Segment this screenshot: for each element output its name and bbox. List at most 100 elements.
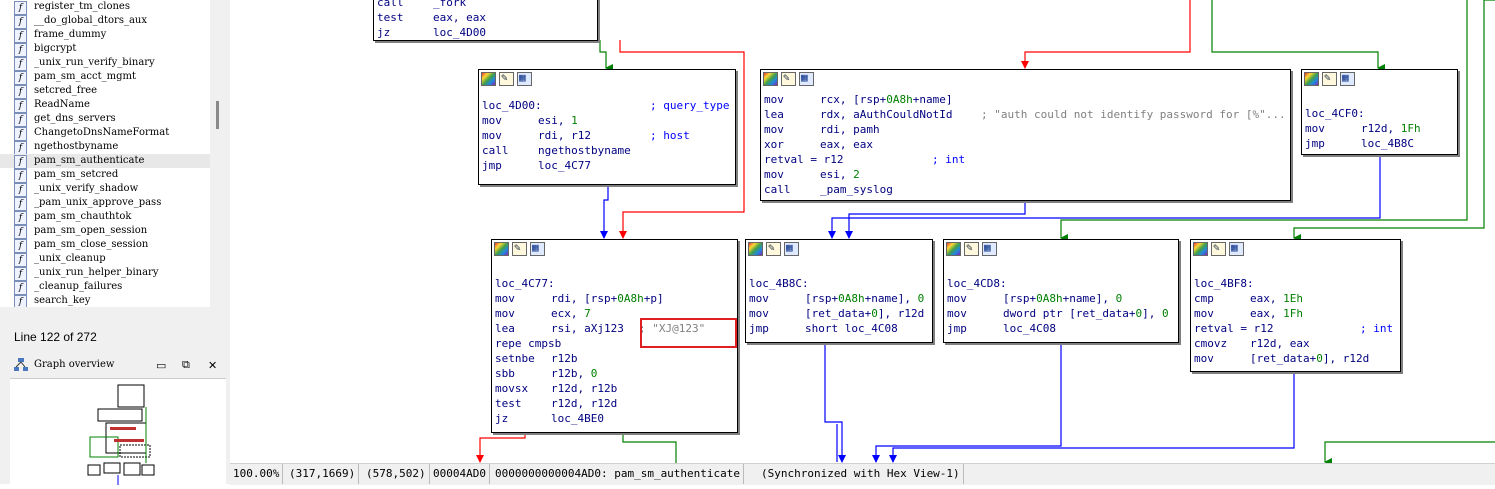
node-loc-4d00[interactable]: loc_4D00: ; query_typemov esi, 1 mov rdi, r1… — [478, 69, 736, 185]
asm-line[interactable]: jmp loc_4B8C — [1305, 136, 1454, 151]
asm-line[interactable]: mov eax, 1Fh — [1194, 306, 1397, 321]
group-icon[interactable] — [982, 241, 997, 256]
label-line[interactable]: loc_4D00: ; query_type — [482, 98, 732, 113]
rename-icon[interactable] — [781, 71, 796, 86]
label-line[interactable]: loc_4CF0: — [1305, 106, 1454, 121]
asm-line[interactable]: mov [ret_data+0], r12d — [749, 306, 929, 321]
asm-line[interactable]: mov esi, 1 — [482, 113, 732, 128]
function-item[interactable]: f pam_sm_acct_mgmt — [0, 70, 210, 85]
rename-icon[interactable] — [964, 241, 979, 256]
group-icon[interactable] — [784, 241, 799, 256]
function-item[interactable]: f pam_sm_chauthtok — [0, 210, 210, 225]
asm-line[interactable]: cmp eax, 1Eh — [1194, 291, 1397, 306]
asm-line[interactable]: mov rdi, r12 ; host — [482, 128, 732, 143]
asm-line[interactable]: mov [rsp+0A8h+name], 0 — [947, 291, 1175, 306]
asm-line[interactable]: jmp loc_4C77 — [482, 158, 732, 173]
graph-overview[interactable] — [10, 378, 226, 485]
node-loc-4bf8[interactable]: loc_4BF8:cmpeax, 1Ehmoveax, 1Fhretval = … — [1190, 239, 1401, 372]
asm-line[interactable]: test r12d, r12d — [495, 396, 734, 411]
functions-scrollbar[interactable] — [210, 0, 230, 307]
asm-line[interactable]: mov rdi, [rsp+0A8h+p] — [495, 291, 734, 306]
graph-view[interactable]: call _forktest eax, eax jz loc_4D00 loc_4D00… — [232, 0, 1495, 463]
group-icon[interactable] — [1229, 241, 1244, 256]
float-icon[interactable]: ⧉ — [182, 359, 190, 372]
rename-icon[interactable] — [766, 241, 781, 256]
asm-line[interactable]: retval = r12 ; int — [764, 152, 1287, 167]
label-line[interactable]: loc_4CD8: — [947, 276, 1175, 291]
function-item[interactable]: f setcred_free — [0, 84, 210, 99]
loc-label: loc_4D00: — [482, 99, 542, 112]
asm-line[interactable]: mov [ret_data+0], r12d — [1194, 351, 1397, 366]
rename-icon[interactable] — [1322, 71, 1337, 86]
asm-line[interactable]: lea rdx, aAuthCouldNotId ; "auth could not… — [764, 107, 1287, 122]
asm-line[interactable]: call _pam_syslog — [764, 182, 1287, 197]
minimize-icon[interactable]: ▭ — [156, 359, 166, 372]
asm-line[interactable]: jmp loc_4C08 — [947, 321, 1175, 336]
function-item[interactable]: f pam_sm_close_session — [0, 238, 210, 253]
rename-icon[interactable] — [499, 71, 514, 86]
color-icon[interactable] — [946, 242, 961, 256]
asm-line[interactable]: setnbe r12b — [495, 351, 734, 366]
asm-line[interactable]: retval = r12 ; int — [1194, 321, 1397, 336]
rename-icon[interactable] — [1211, 241, 1226, 256]
asm-line[interactable]: movsx r12d, r12b — [495, 381, 734, 396]
close-icon[interactable]: ✕ — [208, 359, 217, 372]
function-item[interactable]: f pam_sm_open_session — [0, 224, 210, 239]
asm-line[interactable]: mov esi, 2 — [764, 167, 1287, 182]
asm-line[interactable]: call _fork — [377, 0, 594, 10]
color-icon[interactable] — [1304, 72, 1319, 86]
label-line[interactable]: loc_4BF8: — [1194, 276, 1397, 291]
asm-line[interactable]: call ngethostbyname — [482, 143, 732, 158]
function-item[interactable]: f _cleanup_failures — [0, 280, 210, 295]
group-icon[interactable] — [1340, 71, 1355, 86]
asm-line[interactable]: jz loc_4BE0 — [495, 411, 734, 426]
node-loc-4cd8[interactable]: loc_4CD8:mov [rsp+0A8h+name], 0 mov dword p… — [943, 239, 1179, 343]
asm-line[interactable]: mov r12d, 1Fh — [1305, 121, 1454, 136]
function-item[interactable]: f register_tm_clones — [0, 0, 210, 15]
function-item[interactable]: f frame_dummy — [0, 28, 210, 43]
asm-line[interactable]: xor eax, eax — [764, 137, 1287, 152]
graph-overview-minimap[interactable] — [10, 379, 226, 485]
asm-line[interactable]: mov dword ptr [ret_data+0], 0 — [947, 306, 1175, 321]
function-item[interactable]: f _unix_cleanup — [0, 252, 210, 267]
function-icon: f — [14, 169, 27, 183]
asm-line[interactable]: jmp short loc_4C08 — [749, 321, 929, 336]
function-item[interactable]: f ChangetoDnsNameFormat — [0, 126, 210, 141]
function-item[interactable]: f _unix_run_helper_binary — [0, 266, 210, 281]
function-item[interactable]: f get_dns_servers — [0, 112, 210, 127]
color-icon[interactable] — [748, 242, 763, 256]
node-loc-4cf0[interactable]: loc_4CF0:mov r12d, 1Fh jmp loc_4B8C — [1301, 69, 1458, 155]
asm-line[interactable]: mov rcx, [rsp+0A8h+name] — [764, 92, 1287, 107]
asm-line[interactable]: mov [rsp+0A8h+name], 0 — [749, 291, 929, 306]
asm-line[interactable]: sbb r12b, 0 — [495, 366, 734, 381]
group-icon[interactable] — [799, 71, 814, 86]
function-item[interactable]: f pam_sm_authenticate — [0, 154, 210, 169]
rename-icon[interactable] — [512, 241, 527, 256]
node-top[interactable]: call _fork test eax, eax jz loc_4D00 — [373, 0, 598, 41]
function-item[interactable]: f ngethostbyname — [0, 140, 210, 155]
function-item[interactable]: f _pam_unix_approve_pass — [0, 196, 210, 211]
color-icon[interactable] — [481, 72, 496, 86]
label-line[interactable]: loc_4C77: — [495, 276, 734, 291]
function-item[interactable]: f search_key — [0, 294, 210, 307]
color-icon[interactable] — [763, 72, 778, 86]
functions-list[interactable]: f register_tm_clones f __do_global_dtors_au… — [0, 0, 210, 307]
color-icon[interactable] — [1193, 242, 1208, 256]
node-loc-4b8c[interactable]: loc_4B8C:mov [rsp+0A8h+name], 0 mov [ret_da… — [745, 239, 933, 343]
function-item[interactable]: f _unix_verify_shadow — [0, 182, 210, 197]
group-icon[interactable] — [517, 71, 532, 86]
group-icon[interactable] — [530, 241, 545, 256]
scrollbar-thumb[interactable] — [216, 101, 219, 129]
color-icon[interactable] — [494, 242, 509, 256]
function-item[interactable]: f pam_sm_setcred — [0, 168, 210, 183]
node-auth-syslog[interactable]: mov rcx, [rsp+0A8h+name] lea rdx, aAuthCoul… — [760, 69, 1291, 201]
function-item[interactable]: f _unix_run_verify_binary — [0, 56, 210, 71]
asm-line[interactable]: mov rdi, pamh — [764, 122, 1287, 137]
asm-line[interactable]: jz loc_4D00 — [377, 25, 594, 40]
function-item[interactable]: f __do_global_dtors_aux — [0, 14, 210, 29]
asm-line[interactable]: test eax, eax — [377, 10, 594, 25]
asm-line[interactable]: cmovz r12d, eax — [1194, 336, 1397, 351]
function-item[interactable]: f bigcrypt — [0, 42, 210, 57]
function-item[interactable]: f ReadName — [0, 98, 210, 113]
label-line[interactable]: loc_4B8C: — [749, 276, 929, 291]
